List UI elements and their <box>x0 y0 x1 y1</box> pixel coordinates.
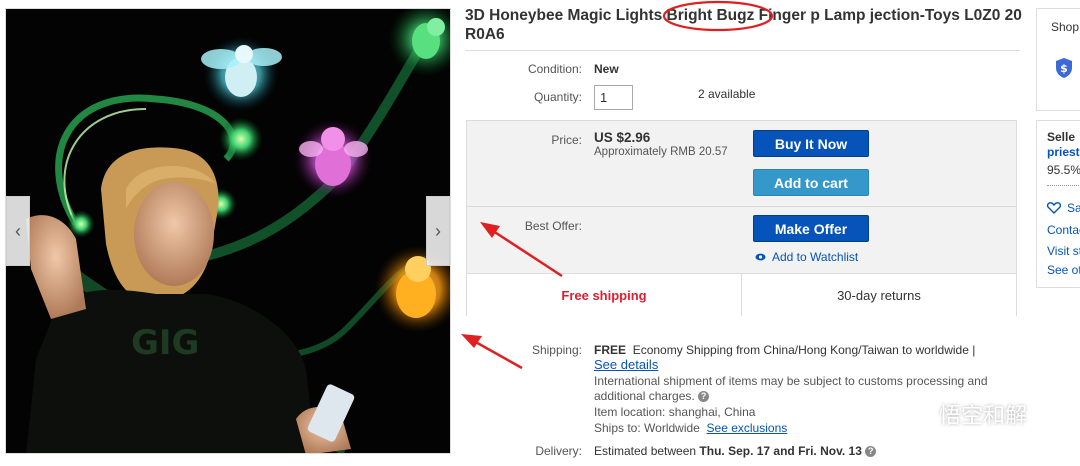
seller-feedback: 95.5% <box>1047 163 1080 177</box>
chevron-right-icon: › <box>435 220 441 241</box>
ships-to-label: Ships to: <box>594 421 641 435</box>
see-details-label: See details <box>594 357 659 372</box>
wechat-logo-icon <box>894 399 930 428</box>
delivery-label: Delivery: <box>535 444 582 458</box>
shipping-method-text: Economy Shipping from China/Hong Kong/Ta… <box>632 343 976 357</box>
delivery-estimate: Estimated between Thu. Sep. 17 and Fri. … <box>594 444 877 459</box>
price-box: Free shipping 30-day returns <box>466 120 1017 316</box>
title-divider <box>465 50 1020 51</box>
seller-info-panel: Selle priest 95.5% Sa Contac Visit st Se… <box>1036 120 1080 288</box>
next-image-button[interactable]: › <box>426 196 450 266</box>
money-back-shield-icon: $ <box>1056 58 1072 78</box>
price-divider <box>467 206 1016 207</box>
product-photo: GIG <box>6 9 450 453</box>
ships-to-value: Worldwide <box>644 421 700 435</box>
price-approx: Approximately RMB 20.57 <box>594 146 728 158</box>
visit-store-link[interactable]: Visit st <box>1047 244 1080 258</box>
price-approx-prefix: Approximately <box>594 146 667 158</box>
seller-name-link[interactable]: priest <box>1047 145 1080 159</box>
add-to-cart-button[interactable]: Add to cart <box>753 169 869 196</box>
eye-icon <box>755 253 766 261</box>
product-image-viewer: GIG ‹ › <box>5 8 451 454</box>
shipping-free: FREE <box>594 343 627 357</box>
contact-seller-link[interactable]: Contac <box>1047 223 1080 237</box>
info-icon[interactable]: ? <box>698 391 710 403</box>
seller-dotted-divider <box>1047 185 1080 186</box>
condition-label: Condition: <box>527 62 582 76</box>
condition-value: New <box>594 62 619 76</box>
shipping-label: Shipping: <box>531 343 582 357</box>
quantity-label: Quantity: <box>533 90 582 104</box>
add-to-watchlist-link[interactable]: Add to Watchlist <box>755 250 858 264</box>
price-label: Price: <box>551 133 582 147</box>
see-exclusions-link[interactable]: See exclusions <box>707 421 788 435</box>
make-offer-button[interactable]: Make Offer <box>753 215 869 242</box>
quantity-input[interactable] <box>594 85 633 110</box>
price-approx-value: RMB 20.57 <box>670 146 728 158</box>
returns-badge: 30-day returns <box>741 274 1016 316</box>
item-location-label: Item location: <box>594 405 666 419</box>
seller-heading: Selle <box>1047 130 1076 144</box>
best-offer-label: Best Offer: <box>524 219 582 233</box>
quantity-available: 2 available <box>698 87 756 101</box>
bug-pink <box>293 119 373 199</box>
delivery-info-icon[interactable]: ? <box>865 446 877 458</box>
shipping-method: FREE Economy Shipping from China/Hong Ko… <box>594 343 994 358</box>
save-seller-label: Sa <box>1067 201 1080 215</box>
ships-to: Ships to: Worldwide See exclusions <box>594 421 787 436</box>
buy-it-now-button[interactable]: Buy It Now <box>753 130 869 157</box>
see-details-link[interactable]: See details <box>594 357 658 372</box>
svg-text:$: $ <box>1060 62 1068 75</box>
shipping-returns-row: Free shipping 30-day returns <box>467 273 1016 316</box>
see-other-items-link[interactable]: See ot <box>1047 263 1080 277</box>
watermark-text: 悟空和解 <box>939 404 1028 429</box>
product-title: 3D Honeybee Magic Lights Bright Bugz Fin… <box>465 7 1022 43</box>
prev-image-button[interactable]: ‹ <box>6 196 30 266</box>
add-to-watchlist-label: Add to Watchlist <box>772 250 859 264</box>
shop-confidence-panel: Shop $ <box>1036 8 1080 111</box>
item-location-value: shanghai, China <box>668 405 756 419</box>
price-value: US $2.96 <box>594 130 651 145</box>
item-location: Item location: shanghai, China <box>594 405 755 420</box>
free-shipping-badge: Free shipping <box>561 287 647 303</box>
chevron-left-icon: ‹ <box>15 220 21 241</box>
heart-icon <box>1047 202 1061 214</box>
delivery-dates: Thu. Sep. 17 and Fri. Nov. 13 <box>699 444 862 458</box>
svg-text:GIG: GIG <box>131 323 199 363</box>
watermark: 悟空和解 <box>893 398 1027 430</box>
delivery-prefix: Estimated between <box>594 444 697 458</box>
shop-text: Shop <box>1051 20 1080 34</box>
save-seller-link[interactable]: Sa <box>1047 201 1080 215</box>
